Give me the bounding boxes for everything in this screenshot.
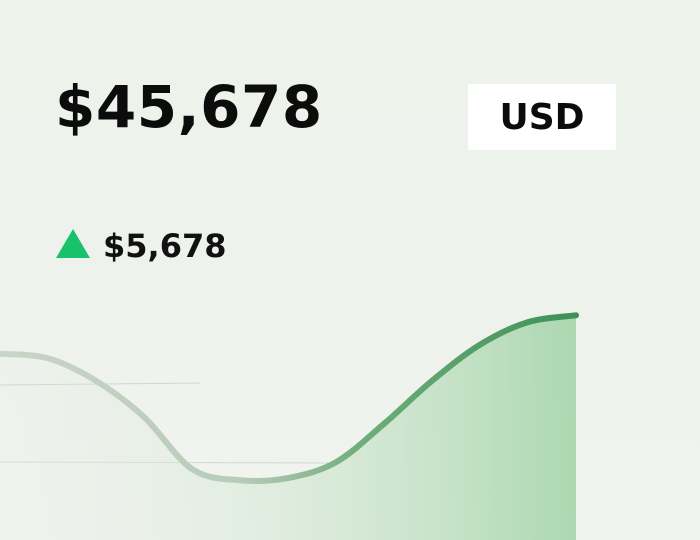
balance-amount: $45,678 — [55, 73, 323, 141]
change-amount: $5,678 — [103, 227, 227, 265]
currency-selector-button[interactable]: USD — [468, 84, 616, 150]
change-indicator: $5,678 — [55, 224, 226, 262]
balance-area-chart — [0, 312, 579, 540]
chart-area-fill — [0, 315, 576, 540]
balance-card: $45,678 USD $5,678 — [0, 0, 700, 540]
triangle-up-icon — [56, 229, 90, 258]
